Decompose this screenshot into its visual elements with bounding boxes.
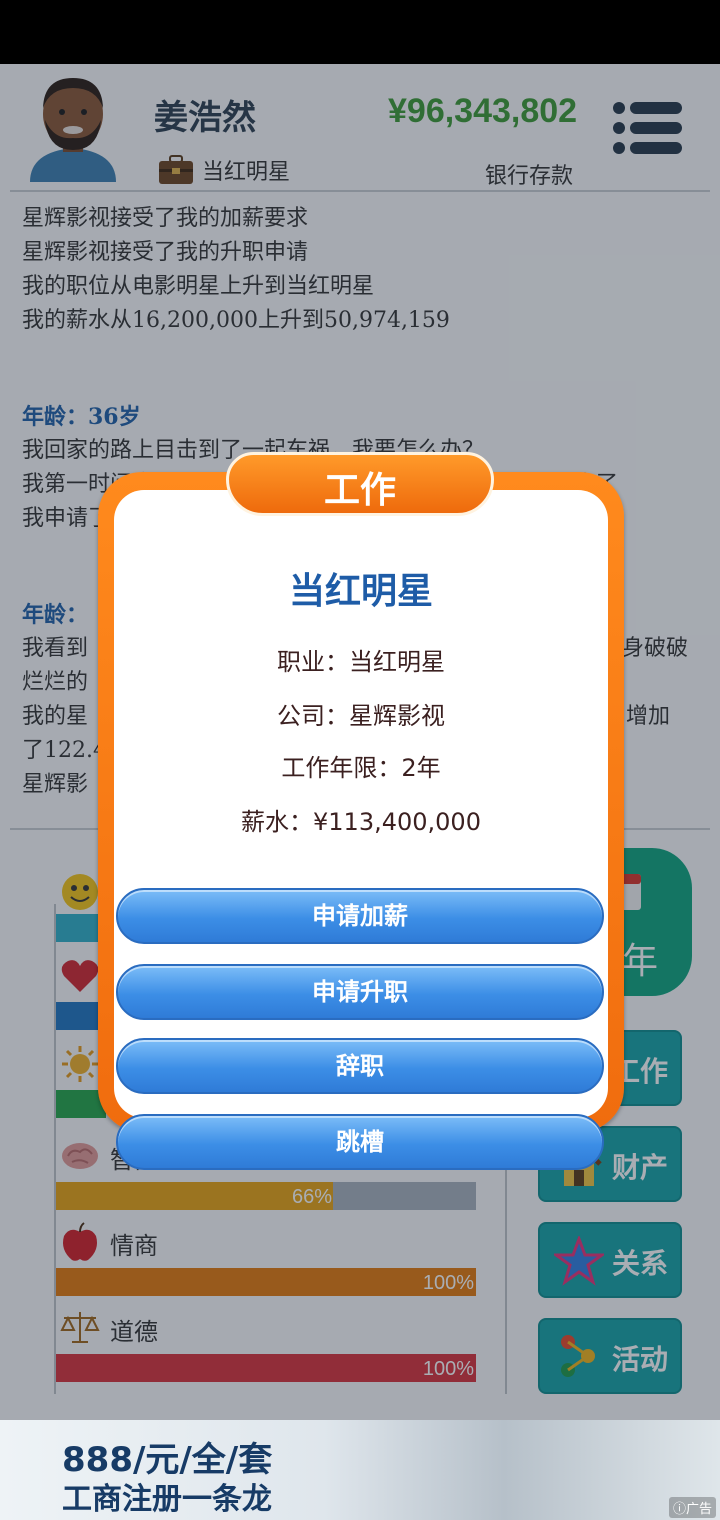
change-job-button[interactable]: 跳槽 <box>116 1114 604 1170</box>
occupation-text: 职业：当红明星 <box>277 648 445 676</box>
work-years-text: 工作年限：2年 <box>281 754 441 782</box>
ad-banner[interactable]: 888/元/全/套 工商注册一条龙 ⓘ广告 <box>0 1420 720 1520</box>
company-text: 公司：星辉影视 <box>277 702 445 730</box>
job-dialog-body: 当红明星 职业：当红明星 公司：星辉影视 工作年限：2年 薪水：¥113,400… <box>114 490 608 1170</box>
request-raise-button[interactable]: 申请加薪 <box>116 888 604 944</box>
ad-subline: 工商注册一条龙 <box>62 1482 272 1517</box>
request-promotion-button[interactable]: 申请升职 <box>116 964 604 1020</box>
game-screen: 姜浩然 当红明星 ¥96,343,802 银行存款 星辉影视接受了我的加薪要求 … <box>0 64 720 1520</box>
ad-tag: ⓘ广告 <box>668 1497 716 1518</box>
dialog-tab-label: 工作 <box>323 470 396 511</box>
salary-text: 薪水：¥113,400,000 <box>241 808 481 836</box>
resign-button[interactable]: 辞职 <box>116 1038 604 1094</box>
job-dialog: 当红明星 职业：当红明星 公司：星辉影视 工作年限：2年 薪水：¥113,400… <box>98 472 624 1170</box>
dialog-title: 当红明星 <box>288 571 433 612</box>
dialog-tab: 工作 <box>226 452 494 516</box>
